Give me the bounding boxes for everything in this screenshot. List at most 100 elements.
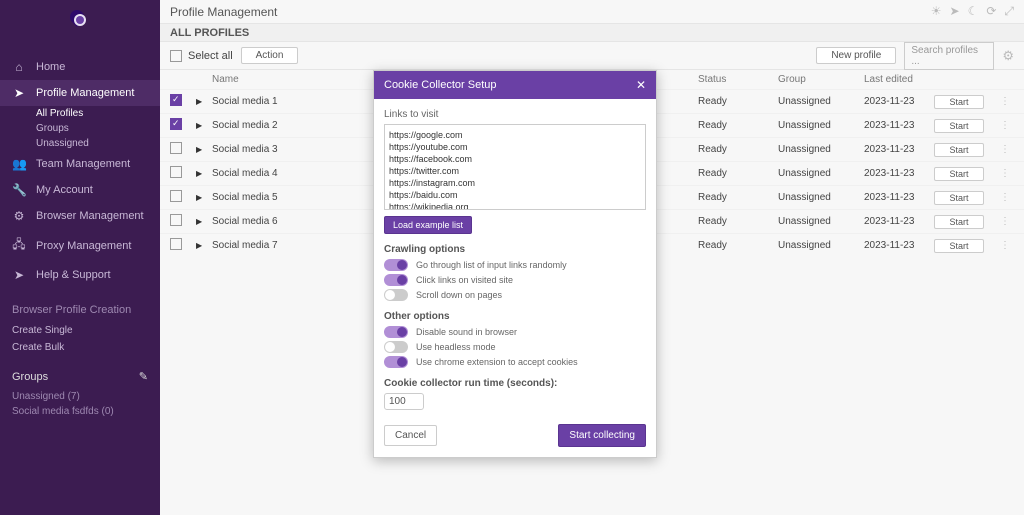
load-example-button[interactable]: Load example list xyxy=(384,216,472,234)
action-button[interactable]: Action xyxy=(241,47,299,64)
kebab-icon[interactable]: ⋮ xyxy=(1000,192,1010,203)
cell-name: Social media 1 xyxy=(212,96,358,107)
row-checkbox[interactable] xyxy=(170,118,182,130)
sidebar-label: Proxy Management xyxy=(36,240,131,252)
sidebar-label: Help & Support xyxy=(36,269,111,281)
runtime-input[interactable]: 100 xyxy=(384,393,424,410)
expand-icon[interactable]: ▶ xyxy=(196,217,202,226)
titlebar: Profile Management ☀ ➤ ☾ ⟳ ⤢ xyxy=(160,0,1024,24)
search-input[interactable]: Search profiles ... xyxy=(904,42,994,70)
expand-icon[interactable]: ▶ xyxy=(196,145,202,154)
kebab-icon[interactable]: ⋮ xyxy=(1000,144,1010,155)
row-checkbox[interactable] xyxy=(170,142,182,154)
nav: ⌂ Home ➤ Profile Management All Profiles… xyxy=(0,40,160,419)
refresh-icon[interactable]: ⟳ xyxy=(986,4,996,19)
toggle-random[interactable] xyxy=(384,259,408,271)
group-unassigned[interactable]: Unassigned (7) xyxy=(0,389,160,404)
close-icon[interactable]: ✕ xyxy=(636,78,646,92)
toggle-extension[interactable] xyxy=(384,356,408,368)
cancel-button[interactable]: Cancel xyxy=(384,425,437,446)
start-button[interactable]: Start xyxy=(934,119,984,133)
sun-icon[interactable]: ☀ xyxy=(931,4,942,19)
select-all-label: Select all xyxy=(188,50,233,62)
sidebar-item-browser-management[interactable]: ⚙ Browser Management xyxy=(0,203,160,229)
sidebar-label: Browser Management xyxy=(36,210,144,222)
cell-edited: 2023-11-23 xyxy=(864,120,934,131)
kebab-icon[interactable]: ⋮ xyxy=(1000,240,1010,251)
start-button[interactable]: Start xyxy=(934,215,984,229)
sidebar-item-my-account[interactable]: 🔧 My Account xyxy=(0,177,160,203)
expand-icon[interactable]: ▶ xyxy=(196,121,202,130)
new-profile-button[interactable]: New profile xyxy=(816,47,896,64)
expand-icon[interactable]: ▶ xyxy=(196,193,202,202)
sidebar-label: Home xyxy=(36,61,65,73)
kebab-icon[interactable]: ⋮ xyxy=(1000,120,1010,131)
sidebar-label: Team Management xyxy=(36,158,130,170)
expand-icon[interactable]: ▶ xyxy=(196,241,202,250)
cell-status: Ready xyxy=(698,168,778,179)
toggle-sound[interactable] xyxy=(384,326,408,338)
cell-status: Ready xyxy=(698,240,778,251)
start-button[interactable]: Start xyxy=(934,239,984,253)
moon-icon[interactable]: ☾ xyxy=(968,4,979,19)
cell-name: Social media 5 xyxy=(212,192,358,203)
cell-edited: 2023-11-23 xyxy=(864,240,934,251)
sidebar-item-profile-management[interactable]: ➤ Profile Management xyxy=(0,80,160,106)
kebab-icon[interactable]: ⋮ xyxy=(1000,96,1010,107)
send-icon: ➤ xyxy=(12,268,26,282)
sidebar-item-help[interactable]: ➤ Help & Support xyxy=(0,262,160,288)
settings-icon[interactable]: ⚙ xyxy=(1002,48,1014,64)
cell-status: Ready xyxy=(698,120,778,131)
edit-icon[interactable]: ✎ xyxy=(139,370,148,383)
cell-name: Social media 6 xyxy=(212,216,358,227)
start-button[interactable]: Start xyxy=(934,167,984,181)
kebab-icon[interactable]: ⋮ xyxy=(1000,216,1010,227)
expand-icon[interactable]: ▶ xyxy=(196,97,202,106)
row-checkbox[interactable] xyxy=(170,94,182,106)
links-label: Links to visit xyxy=(384,109,646,120)
sidebar-item-home[interactable]: ⌂ Home xyxy=(0,54,160,80)
toolbar: Select all Action New profile Search pro… xyxy=(160,42,1024,70)
team-icon: 👥 xyxy=(12,157,26,171)
runtime-label: Cookie collector run time (seconds): xyxy=(384,378,646,389)
crawl-options-heading: Crawling options xyxy=(384,244,646,255)
cell-name: Social media 2 xyxy=(212,120,358,131)
toggle-scroll[interactable] xyxy=(384,289,408,301)
group-social-media[interactable]: Social media fsdfds (0) xyxy=(0,404,160,419)
expand-icon[interactable]: ▶ xyxy=(196,169,202,178)
select-all-checkbox[interactable] xyxy=(170,50,182,62)
sidebar-item-team-management[interactable]: 👥 Team Management xyxy=(0,151,160,177)
gear-icon: ⚙ xyxy=(12,209,26,223)
sidebar-sub-all-profiles[interactable]: All Profiles xyxy=(36,106,160,121)
sidebar-sub-groups[interactable]: Groups xyxy=(36,121,160,136)
link-create-single[interactable]: Create Single xyxy=(0,322,160,339)
expand-icon[interactable]: ⤢ xyxy=(1004,4,1014,19)
start-button[interactable]: Start xyxy=(934,191,984,205)
row-checkbox[interactable] xyxy=(170,238,182,250)
sidebar-label: My Account xyxy=(36,184,93,196)
cell-group: Unassigned xyxy=(778,168,864,179)
cell-edited: 2023-11-23 xyxy=(864,192,934,203)
row-checkbox[interactable] xyxy=(170,166,182,178)
kebab-icon[interactable]: ⋮ xyxy=(1000,168,1010,179)
sidebar-label: Profile Management xyxy=(36,87,134,99)
start-button[interactable]: Start xyxy=(934,95,984,109)
cell-edited: 2023-11-23 xyxy=(864,96,934,107)
cell-status: Ready xyxy=(698,144,778,155)
links-textarea[interactable]: https://google.com https://youtube.com h… xyxy=(384,124,646,210)
link-create-bulk[interactable]: Create Bulk xyxy=(0,339,160,356)
label-sound: Disable sound in browser xyxy=(416,327,517,337)
nav-icon[interactable]: ➤ xyxy=(950,4,960,19)
toggle-click-links[interactable] xyxy=(384,274,408,286)
cell-group: Unassigned xyxy=(778,240,864,251)
start-button[interactable]: Start xyxy=(934,143,984,157)
sidebar-sub-unassigned[interactable]: Unassigned xyxy=(36,136,160,151)
row-checkbox[interactable] xyxy=(170,190,182,202)
start-collecting-button[interactable]: Start collecting xyxy=(558,424,646,447)
label-random: Go through list of input links randomly xyxy=(416,260,567,270)
cell-name: Social media 4 xyxy=(212,168,358,179)
sidebar-item-proxy-management[interactable]: 🖧 Proxy Management xyxy=(0,229,160,262)
col-edited: Last edited xyxy=(864,74,934,85)
row-checkbox[interactable] xyxy=(170,214,182,226)
toggle-headless[interactable] xyxy=(384,341,408,353)
